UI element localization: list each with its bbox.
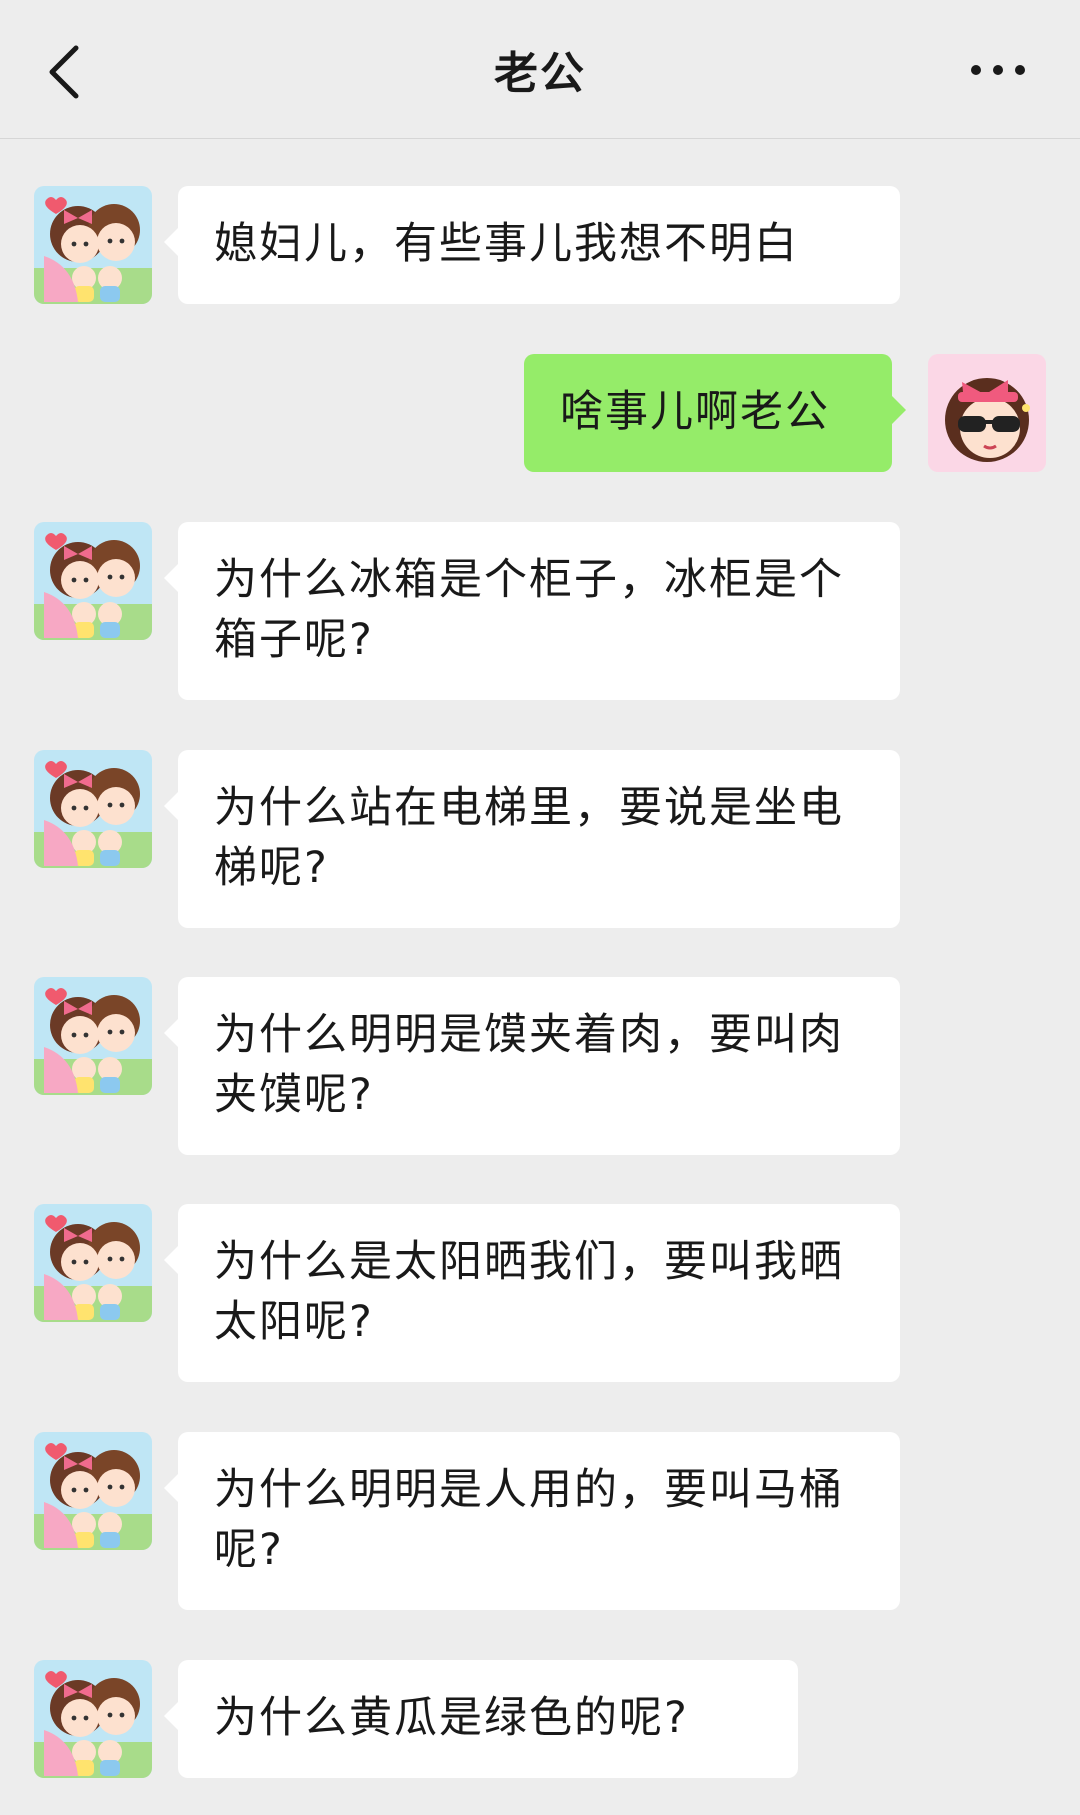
message-bubble[interactable]: 为什么站在电梯里，要说是坐电梯呢? bbox=[164, 750, 900, 928]
chat-title: 老公 bbox=[494, 48, 586, 99]
avatar[interactable] bbox=[34, 750, 152, 868]
avatar[interactable] bbox=[34, 186, 152, 304]
more-dots-icon[interactable] bbox=[968, 50, 1028, 90]
message-bubble[interactable]: 为什么明明是馍夹着肉，要叫肉夹馍呢? bbox=[164, 977, 900, 1155]
avatar[interactable] bbox=[34, 522, 152, 640]
message-bubble[interactable]: 媳妇儿，有些事儿我想不明白 bbox=[164, 186, 900, 304]
avatar[interactable] bbox=[34, 977, 152, 1095]
message-bubble[interactable]: 为什么是太阳晒我们，要叫我晒太阳呢? bbox=[164, 1204, 900, 1382]
message-bubble[interactable]: 为什么冰箱是个柜子，冰柜是个箱子呢? bbox=[164, 522, 900, 700]
message-bubble[interactable]: 为什么明明是人用的，要叫马桶呢? bbox=[164, 1432, 900, 1610]
avatar[interactable] bbox=[34, 1432, 152, 1550]
message-bubble[interactable]: 为什么黄瓜是绿色的呢? bbox=[164, 1660, 798, 1778]
avatar[interactable] bbox=[34, 1204, 152, 1322]
avatar[interactable] bbox=[928, 354, 1046, 472]
avatar[interactable] bbox=[34, 1660, 152, 1778]
message-bubble[interactable]: 啥事儿啊老公 bbox=[524, 354, 906, 472]
chevron-left-icon[interactable] bbox=[42, 42, 92, 102]
nav-bar: 老公 bbox=[0, 0, 1080, 139]
